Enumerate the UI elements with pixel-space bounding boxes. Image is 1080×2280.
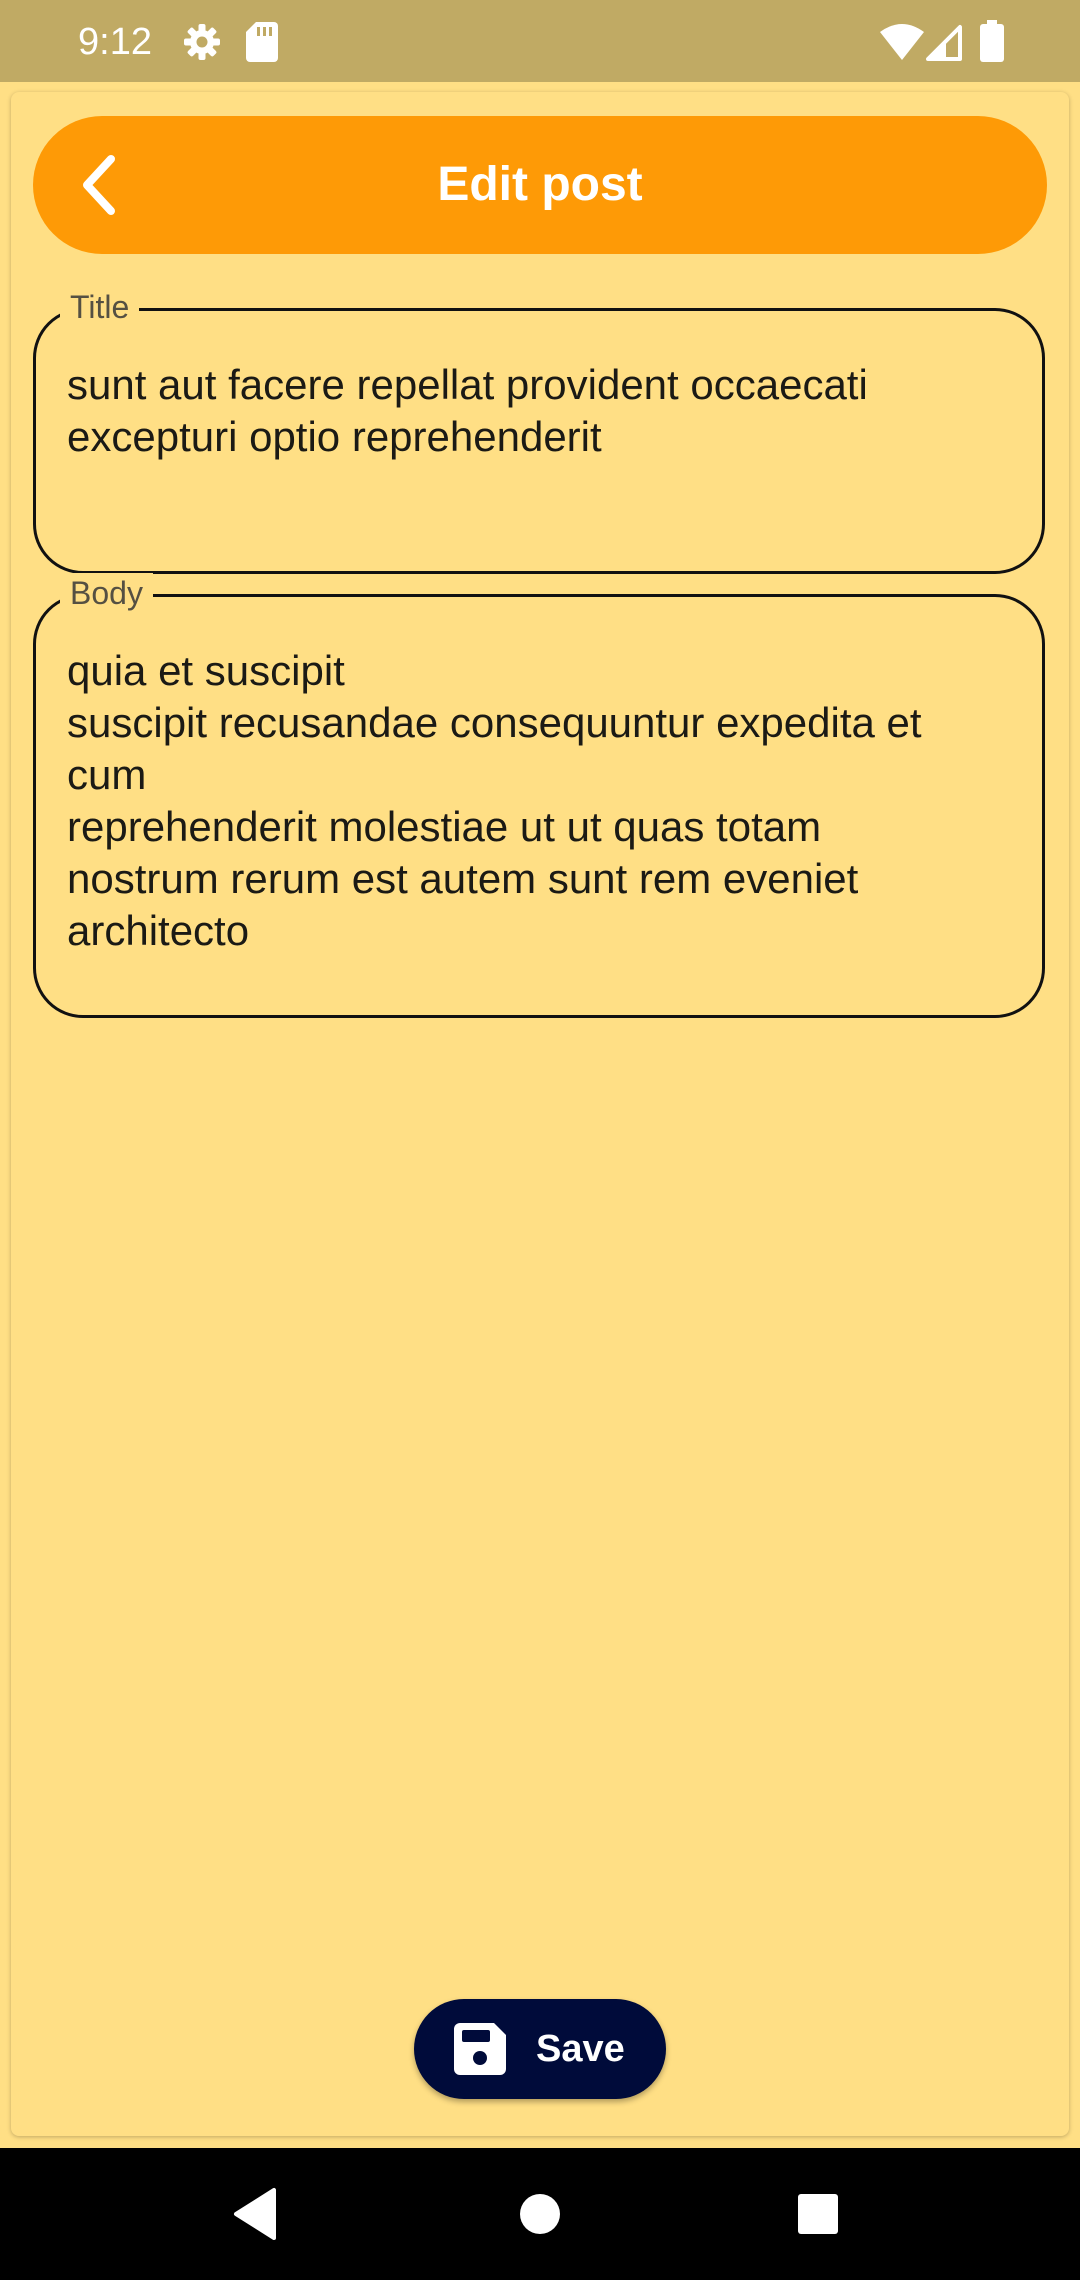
body-field-label: Body xyxy=(60,573,153,613)
title-field-label: Title xyxy=(60,287,140,327)
body-field[interactable]: Body quia et suscipit suscipit recusanda… xyxy=(33,573,1045,1018)
home-circle-icon[interactable] xyxy=(510,2184,570,2244)
sd-card-icon xyxy=(246,22,278,62)
app-bar: Edit post xyxy=(33,116,1047,254)
save-button[interactable]: Save xyxy=(414,1999,666,2099)
recents-square-icon[interactable] xyxy=(788,2184,848,2244)
status-bar: 9:12 xyxy=(0,0,1080,82)
back-triangle-icon[interactable] xyxy=(228,2184,288,2244)
save-button-label: Save xyxy=(536,2028,625,2070)
floppy-disk-icon xyxy=(454,2023,506,2075)
wifi-icon xyxy=(880,24,924,60)
status-time: 9:12 xyxy=(78,21,152,63)
back-button[interactable] xyxy=(63,145,143,225)
title-field-value[interactable]: sunt aut facere repellat provident occae… xyxy=(67,359,997,463)
chevron-left-icon xyxy=(83,155,115,215)
page-title: Edit post xyxy=(437,158,643,211)
title-field[interactable]: Title sunt aut facere repellat provident… xyxy=(33,287,1045,574)
body-field-value[interactable]: quia et suscipit suscipit recusandae con… xyxy=(67,645,997,957)
battery-icon xyxy=(980,20,1004,62)
cell-signal-icon xyxy=(926,25,962,61)
system-nav-bar xyxy=(0,2148,1080,2280)
settings-gear-icon xyxy=(184,24,220,60)
